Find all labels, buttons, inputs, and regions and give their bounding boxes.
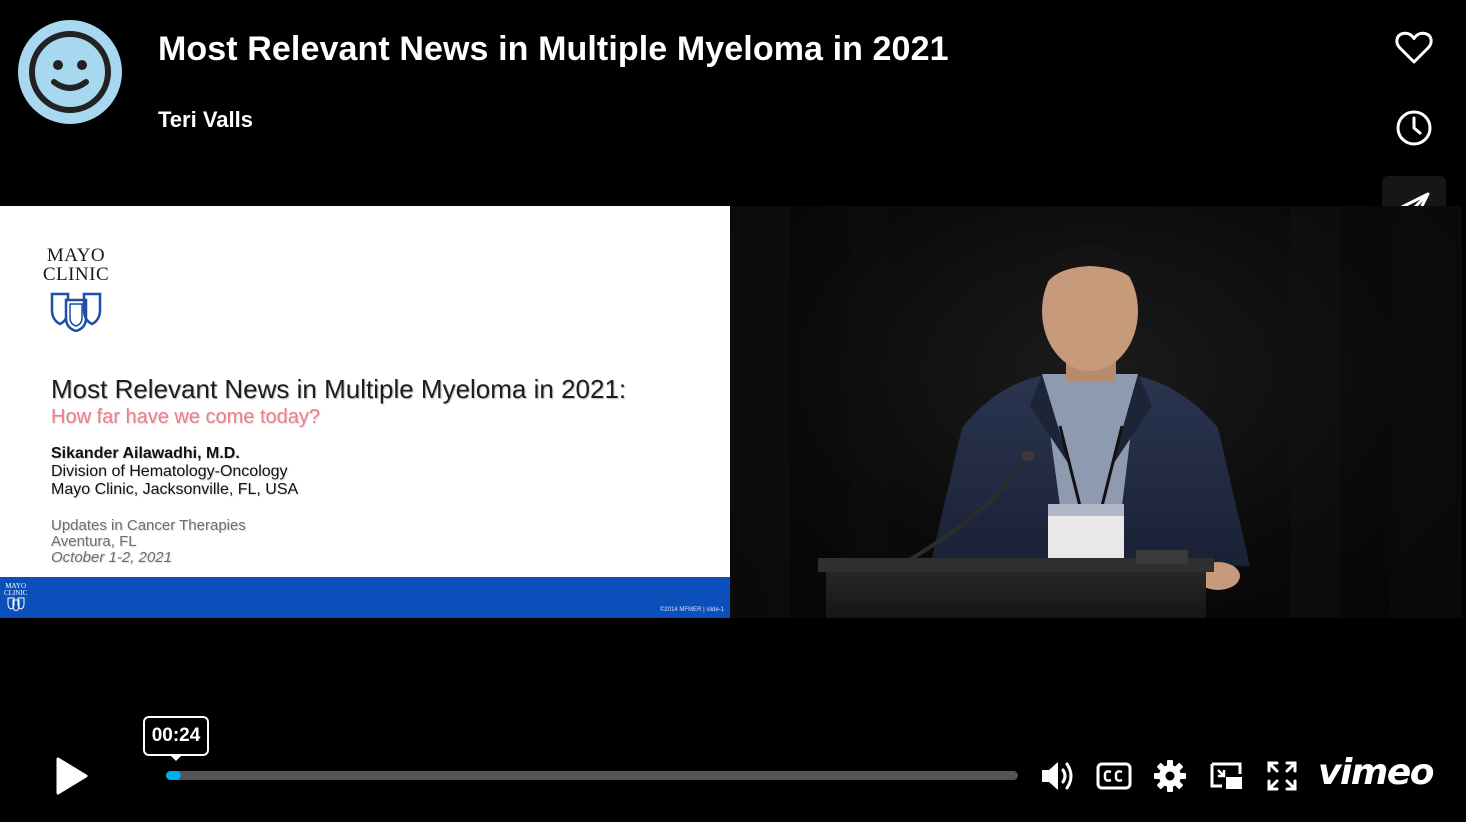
presentation-slide: MAYO CLINIC Most Relevant News in Multip… bbox=[0, 206, 730, 618]
smiley-face-icon bbox=[29, 31, 111, 113]
footer-shield-icon bbox=[7, 597, 25, 612]
heart-icon bbox=[1395, 31, 1433, 64]
watch-later-button[interactable] bbox=[1382, 96, 1446, 160]
play-icon bbox=[56, 757, 88, 795]
picture-in-picture-button[interactable] bbox=[1204, 754, 1248, 798]
slide-presenter: Sikander Ailawadhi, M.D. bbox=[51, 445, 240, 462]
clock-icon bbox=[1396, 110, 1432, 146]
footer-logo-clinic: CLINIC bbox=[4, 589, 28, 597]
slide-event: Updates in Cancer Therapies bbox=[51, 517, 246, 534]
like-button[interactable] bbox=[1382, 16, 1446, 80]
slide-footer-bar: MAYO CLINIC ©2014 MFMER | slide-1 bbox=[0, 577, 730, 618]
video-frame[interactable]: MAYO CLINIC Most Relevant News in Multip… bbox=[0, 206, 1462, 618]
closed-captions-icon bbox=[1096, 762, 1132, 790]
mayo-clinic-logo: MAYO CLINIC bbox=[36, 246, 116, 332]
picture-in-picture-icon bbox=[1210, 762, 1242, 789]
speaker-at-podium-image bbox=[730, 206, 1462, 618]
settings-icon bbox=[1154, 760, 1186, 792]
vimeo-logo[interactable]: vimeo bbox=[1318, 752, 1434, 793]
fullscreen-button[interactable] bbox=[1260, 754, 1304, 798]
logo-text-mayo: MAYO bbox=[46, 245, 106, 266]
slide-location: Aventura, FL bbox=[51, 533, 137, 550]
slide-division: Division of Hematology-Oncology bbox=[51, 463, 288, 480]
avatar[interactable] bbox=[18, 20, 122, 124]
shield-icon bbox=[50, 292, 102, 332]
footer-logo: MAYO CLINIC bbox=[4, 583, 27, 613]
settings-button[interactable] bbox=[1148, 754, 1192, 798]
volume-button[interactable] bbox=[1036, 754, 1080, 798]
volume-icon bbox=[1042, 762, 1073, 790]
video-author[interactable]: Teri Valls bbox=[158, 107, 253, 133]
play-button[interactable] bbox=[48, 752, 94, 800]
progress-fill bbox=[166, 771, 182, 780]
slide-dates: October 1-2, 2021 bbox=[51, 549, 172, 566]
closed-captions-button[interactable] bbox=[1092, 754, 1136, 798]
progress-bar[interactable] bbox=[166, 771, 1018, 780]
slide-title: Most Relevant News in Multiple Myeloma i… bbox=[51, 374, 627, 404]
slide-institution: Mayo Clinic, Jacksonville, FL, USA bbox=[51, 481, 299, 498]
footer-copyright: ©2014 MFMER | slide-1 bbox=[660, 607, 724, 613]
timecode-label: 00:24 bbox=[143, 716, 209, 756]
speaker-video bbox=[730, 206, 1462, 618]
tooltip-pointer bbox=[169, 754, 183, 761]
slide-subtitle: How far have we come today? bbox=[51, 406, 321, 428]
logo-text-clinic: CLINIC bbox=[42, 264, 110, 285]
fullscreen-icon bbox=[1267, 761, 1297, 791]
video-title[interactable]: Most Relevant News in Multiple Myeloma i… bbox=[158, 30, 949, 69]
